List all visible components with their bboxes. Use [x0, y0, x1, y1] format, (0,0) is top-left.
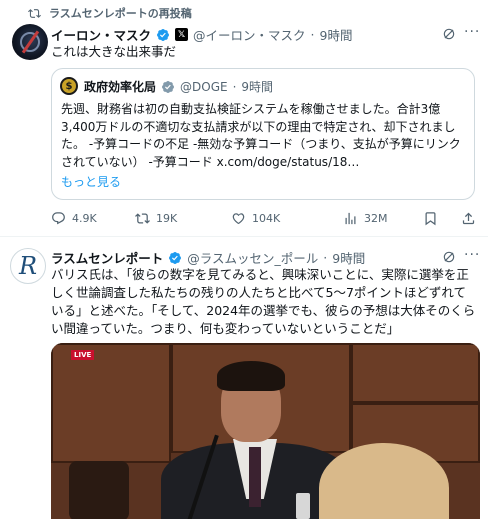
avatar[interactable] — [12, 24, 48, 60]
like-icon — [232, 212, 245, 224]
like-count: 104K — [252, 211, 281, 225]
grok-icon[interactable] — [442, 27, 456, 41]
quote-avatar-glyph: $ — [62, 79, 76, 93]
verified-badge-icon — [157, 28, 169, 41]
views-count: 32M — [364, 211, 388, 225]
live-badge: LIVE — [71, 350, 95, 360]
bookmark-button[interactable] — [423, 211, 438, 226]
tweet-header: ラスムセンレポート @ラスムッセン_ポール · 9時間 — [51, 248, 366, 267]
timestamp[interactable]: 9時間 — [320, 25, 353, 44]
quote-header: 政府効率化局 @DOGE · 9時間 — [84, 79, 274, 95]
author-handle[interactable]: @イーロン・マスク — [193, 25, 306, 44]
repost-icon — [135, 212, 150, 224]
avatar[interactable]: R — [10, 248, 46, 284]
tweet-text: バリス氏は、「彼らの数字を見てみると、興味深いことに、実際に選挙を正しく世論調査… — [51, 267, 476, 336]
like-button[interactable]: 104K — [231, 211, 280, 226]
reply-icon — [52, 211, 65, 224]
more-icon[interactable]: ··· — [464, 247, 480, 263]
author-handle[interactable]: @ラスムッセン_ポール — [187, 248, 318, 267]
more-icon[interactable]: ··· — [464, 24, 480, 40]
repost-label: ラスムセンレポートの再投稿 — [49, 7, 192, 20]
repost-button[interactable]: 19K — [135, 211, 177, 226]
bookmark-icon — [425, 211, 436, 225]
tweet-header: イーロン・マスク 𝕏 @イーロン・マスク · 9時間 — [51, 25, 353, 44]
avatar-glyph: R — [18, 252, 38, 280]
repost-indicator: ラスムセンレポートの再投稿 — [28, 5, 192, 21]
show-more-link[interactable]: もっと見る — [61, 173, 121, 190]
quote-handle: @DOGE — [180, 79, 228, 94]
timestamp[interactable]: 9時間 — [332, 248, 365, 267]
tweet-divider — [0, 236, 488, 237]
avatar: $ — [60, 77, 78, 95]
affiliate-badge: 𝕏 — [175, 28, 189, 41]
quote-text: 先週、財務省は初の自動支払検証システムを稼働させました。合計3億3,400万ドル… — [61, 102, 461, 169]
tweet-text: これは大きな出来事だ — [51, 44, 177, 59]
tweet-media-image[interactable]: LIVE — [51, 343, 480, 519]
verified-badge-icon — [162, 80, 174, 93]
views-button[interactable]: 32M — [343, 211, 388, 226]
share-button[interactable] — [461, 211, 476, 226]
views-icon — [345, 212, 356, 224]
share-icon — [462, 212, 475, 224]
quote-timestamp: 9時間 — [241, 80, 274, 94]
verified-badge-icon — [169, 251, 182, 264]
repost-count: 19K — [156, 211, 178, 225]
quote-author-name: 政府効率化局 — [84, 80, 157, 94]
action-bar: 4.9K 19K 104K 32M — [51, 208, 477, 228]
reply-count: 4.9K — [72, 211, 97, 225]
grok-icon[interactable] — [442, 250, 456, 264]
author-name[interactable]: ラスムセンレポート — [51, 248, 163, 267]
repost-icon — [28, 8, 41, 18]
reply-button[interactable]: 4.9K — [51, 211, 97, 226]
author-name[interactable]: イーロン・マスク — [51, 25, 151, 44]
quoted-tweet[interactable]: $ 政府効率化局 @DOGE · 9時間 先週、財務省は初の自動支払検証システム… — [51, 68, 475, 200]
